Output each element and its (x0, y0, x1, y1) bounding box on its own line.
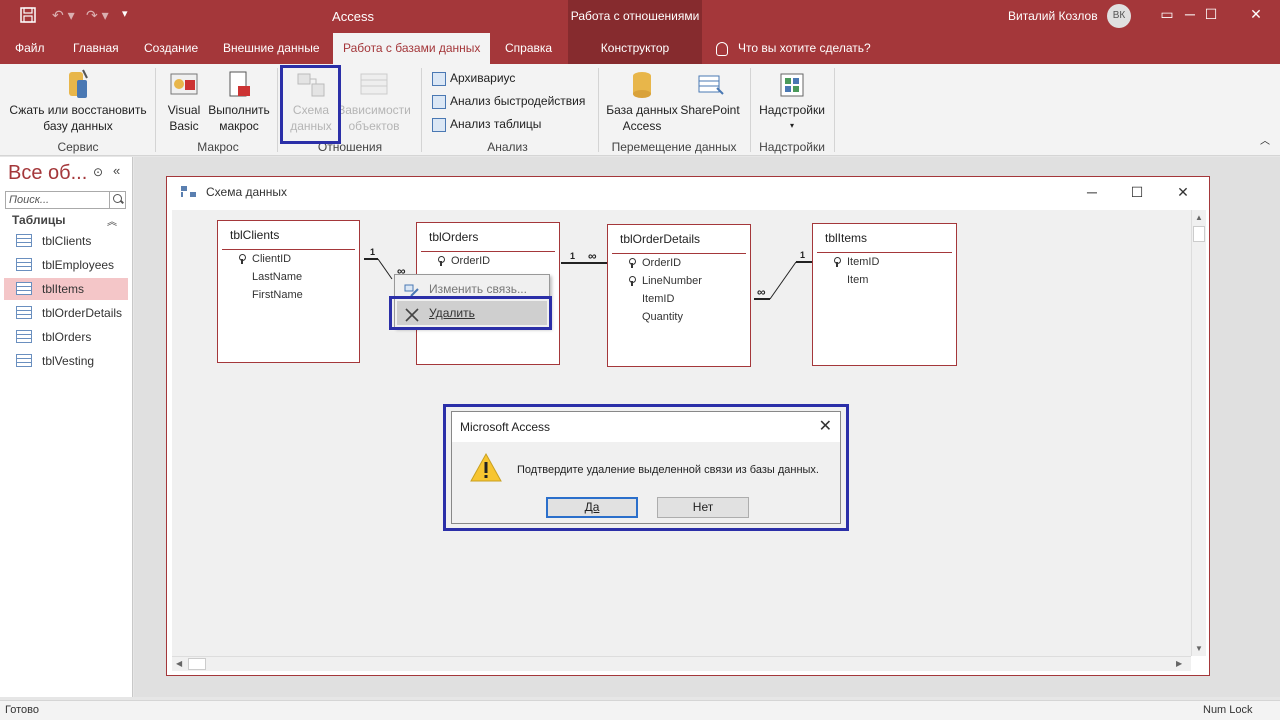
table-box-divider (612, 253, 746, 254)
table-box-title: tblOrders (429, 230, 479, 244)
primary-key-icon (833, 257, 841, 267)
field-item[interactable]: ItemID (847, 256, 879, 268)
field-item[interactable]: ItemID (642, 293, 674, 305)
dialog-title: Microsoft Access (460, 420, 551, 434)
relationship-many-label: ∞ (757, 285, 766, 299)
table-box-tblclients[interactable]: tblClients ClientID LastName FirstName (217, 220, 360, 363)
dialog-title-bar: Microsoft Access ✕ (452, 412, 840, 442)
dialog-close-icon[interactable]: ✕ (819, 416, 832, 436)
relationship-many-label: ∞ (588, 249, 597, 263)
table-box-divider (817, 252, 952, 253)
confirm-dialog: Microsoft Access ✕ Подтвердите удаление … (451, 411, 841, 524)
status-bar: Готово Num Lock (0, 700, 1280, 720)
dialog-message: Подтвердите удаление выделенной связи из… (517, 464, 819, 476)
field-item[interactable]: OrderID (642, 257, 681, 269)
primary-key-icon (238, 254, 246, 264)
field-item[interactable]: ClientID (252, 253, 291, 265)
field-item[interactable]: Quantity (642, 311, 683, 323)
relationship-one-label: 1 (370, 247, 376, 257)
field-item[interactable]: Item (847, 274, 868, 286)
table-box-divider (421, 251, 555, 252)
warning-icon (470, 452, 502, 484)
table-box-divider (222, 249, 355, 250)
highlight-box-delete (389, 296, 552, 330)
primary-key-icon (437, 256, 445, 266)
primary-key-icon (628, 276, 636, 286)
relationship-line[interactable] (769, 261, 797, 300)
no-button[interactable]: Нет (657, 497, 749, 518)
relationship-one-label: 1 (570, 251, 576, 261)
table-box-title: tblClients (230, 228, 280, 242)
relationship-one-label: 1 (800, 250, 806, 260)
status-text: Готово (5, 704, 39, 716)
edit-relationship-icon (404, 282, 420, 297)
table-box-tblorderdetails[interactable]: tblOrderDetails OrderID LineNumber ItemI… (607, 224, 751, 367)
table-box-title: tblOrderDetails (620, 232, 701, 246)
field-item[interactable]: LineNumber (642, 275, 702, 287)
field-item[interactable]: OrderID (451, 255, 490, 267)
num-lock-indicator: Num Lock (1203, 704, 1253, 716)
table-box-tblitems[interactable]: tblItems ItemID Item (812, 223, 957, 366)
primary-key-icon (628, 258, 636, 268)
yes-button[interactable]: Да (546, 497, 638, 518)
field-item[interactable]: FirstName (252, 289, 303, 301)
relationship-line[interactable] (377, 258, 393, 280)
field-item[interactable]: LastName (252, 271, 302, 283)
table-box-title: tblItems (825, 231, 868, 245)
